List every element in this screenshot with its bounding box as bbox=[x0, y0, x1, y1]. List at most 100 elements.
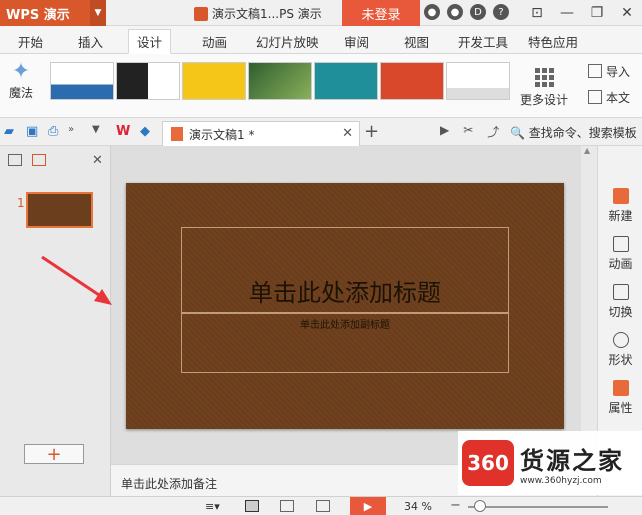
side-properties-button[interactable]: 属性 bbox=[598, 380, 642, 416]
feedback-icon[interactable]: D bbox=[470, 4, 486, 20]
close-icon[interactable]: ✕ bbox=[342, 126, 353, 141]
chevron-down-icon[interactable]: ▼ bbox=[90, 0, 106, 26]
close-icon[interactable]: ✕ bbox=[612, 0, 642, 26]
theme-thumbnail[interactable] bbox=[380, 62, 444, 100]
slides-view-icon[interactable] bbox=[32, 154, 46, 166]
theme-thumbnail[interactable] bbox=[182, 62, 246, 100]
help-icon[interactable]: ? bbox=[493, 4, 509, 20]
magic-button[interactable]: ✦ 魔法 bbox=[4, 60, 38, 101]
status-bar: ≡▾ ▶ 34 % − bbox=[0, 496, 642, 515]
side-animation-button[interactable]: 动画 bbox=[598, 236, 642, 272]
slide-thumbnail-pane: ✕ 1 + bbox=[0, 146, 111, 496]
new-icon bbox=[612, 188, 629, 204]
app-name: WPS 演示 bbox=[6, 7, 70, 23]
tab-animation[interactable]: 动画 bbox=[194, 30, 235, 53]
properties-icon bbox=[612, 380, 629, 396]
more-quick-access-icon[interactable]: » bbox=[68, 124, 74, 135]
tab-developer[interactable]: 开发工具 bbox=[450, 30, 516, 53]
red-arrow-annotation bbox=[41, 255, 112, 305]
theme-thumbnail[interactable] bbox=[314, 62, 378, 100]
outline-view-icon[interactable] bbox=[8, 154, 22, 166]
animation-icon bbox=[612, 236, 629, 252]
design-ribbon: ✦ 魔法 更多设计 导入 本文 bbox=[0, 54, 642, 118]
presentation-icon bbox=[194, 6, 208, 21]
title-bar: WPS 演示 ▼ 演示文稿1...PS 演示 未登录 ● ● D ? ⊡ — ❐… bbox=[0, 0, 642, 26]
minimize-icon[interactable]: — bbox=[552, 0, 582, 26]
new-tab-button[interactable]: + bbox=[364, 121, 379, 142]
play-slideshow-button[interactable]: ▶ bbox=[350, 497, 386, 515]
watermark-logo: 360 货源之家 www.360hyzj.com bbox=[458, 431, 642, 495]
side-transition-label: 切换 bbox=[608, 305, 633, 319]
theme-thumbnail[interactable] bbox=[50, 62, 114, 100]
close-icon[interactable]: ✕ bbox=[92, 153, 103, 168]
zoom-out-icon[interactable]: − bbox=[450, 498, 461, 513]
theme-thumbnail[interactable] bbox=[116, 62, 180, 100]
save-icon[interactable]: ▣ bbox=[26, 124, 38, 139]
theme-thumbnail[interactable] bbox=[248, 62, 312, 100]
chevron-down-icon[interactable]: ▼ bbox=[92, 124, 100, 135]
document-tab-label: 演示文稿1 * bbox=[189, 127, 255, 142]
tools-icon[interactable]: ✂ bbox=[463, 123, 473, 140]
slide-number: 1 bbox=[17, 196, 25, 210]
more-design-button[interactable]: 更多设计 bbox=[520, 68, 568, 108]
settings-icon[interactable]: ● bbox=[447, 4, 463, 20]
add-slide-button[interactable]: + bbox=[24, 444, 84, 465]
theme-thumbnail[interactable] bbox=[446, 62, 510, 100]
side-animation-label: 动画 bbox=[608, 257, 633, 271]
tab-slideshow[interactable]: 幻灯片放映 bbox=[248, 30, 327, 53]
tab-view[interactable]: 视图 bbox=[396, 30, 437, 53]
skin-icon[interactable]: ● bbox=[424, 4, 440, 20]
subtitle-placeholder[interactable]: 单击此处添加副标题 bbox=[181, 313, 509, 373]
title-placeholder[interactable]: 单击此处添加标题 bbox=[181, 227, 509, 313]
document-tab-bar: ▰ ▣ ⎙ » ▼ W ◆ 演示文稿1 * ✕ + ▶ ✂ ⤴ 🔍 查找命令、搜… bbox=[0, 118, 642, 146]
wps-app-menu-button[interactable]: WPS 演示 ▼ bbox=[0, 0, 106, 26]
tab-review[interactable]: 审阅 bbox=[336, 30, 377, 53]
tab-home[interactable]: 开始 bbox=[10, 30, 51, 53]
side-shape-label: 形状 bbox=[608, 353, 633, 367]
slide[interactable]: 单击此处添加标题 单击此处添加副标题 bbox=[126, 183, 564, 429]
tab-features[interactable]: 特色应用 bbox=[520, 30, 586, 53]
zoom-slider-track[interactable] bbox=[468, 506, 608, 508]
document-title: 演示文稿1...PS 演示 bbox=[194, 5, 322, 22]
document-tab[interactable]: 演示文稿1 * ✕ bbox=[162, 121, 360, 146]
magic-label: 魔法 bbox=[8, 86, 33, 100]
shape-icon bbox=[612, 332, 629, 348]
notes-toggle-icon[interactable]: ≡▾ bbox=[205, 500, 220, 513]
this-doc-label: 本文 bbox=[606, 90, 631, 105]
document-icon bbox=[588, 90, 602, 104]
open-folder-icon[interactable]: ▰ bbox=[4, 124, 14, 139]
side-shape-button[interactable]: 形状 bbox=[598, 332, 642, 368]
slide-thumbnail[interactable] bbox=[26, 192, 93, 228]
maximize-icon[interactable]: ❐ bbox=[582, 0, 612, 26]
notes-placeholder: 单击此处添加备注 bbox=[121, 477, 218, 491]
zoom-level[interactable]: 34 % bbox=[404, 500, 432, 513]
import-icon bbox=[588, 64, 602, 78]
menu-bar: 开始 插入 设计 动画 幻灯片放映 审阅 视图 开发工具 特色应用 bbox=[0, 26, 642, 54]
this-doc-button[interactable]: 本文 bbox=[588, 84, 630, 110]
side-transition-button[interactable]: 切换 bbox=[598, 284, 642, 320]
restore-app-icon[interactable]: ⊡ bbox=[522, 0, 552, 26]
search-command-label: 查找命令、搜索模板 bbox=[528, 126, 637, 140]
login-button[interactable]: 未登录 bbox=[342, 0, 420, 26]
scroll-up-icon[interactable]: ▲ bbox=[584, 146, 590, 155]
zoom-slider-handle[interactable] bbox=[474, 500, 486, 512]
tab-insert[interactable]: 插入 bbox=[70, 30, 111, 53]
vertical-scrollbar[interactable]: ▲ ▼ bbox=[581, 146, 597, 464]
side-new-button[interactable]: 新建 bbox=[598, 188, 642, 224]
search-command[interactable]: 🔍 查找命令、搜索模板 bbox=[510, 124, 637, 141]
reading-view-icon[interactable] bbox=[316, 500, 330, 512]
import-button[interactable]: 导入 bbox=[588, 58, 630, 84]
magic-wand-icon: ✦ bbox=[11, 59, 31, 84]
watermark-name: 货源之家 bbox=[520, 446, 624, 475]
share-icon[interactable]: ⤴ bbox=[487, 123, 499, 140]
print-preview-icon[interactable]: ⎙ bbox=[48, 124, 58, 139]
more-design-label: 更多设计 bbox=[520, 93, 569, 107]
wps-logo-icon[interactable]: W bbox=[116, 124, 130, 139]
tab-design[interactable]: 设计 bbox=[128, 29, 172, 54]
side-properties-label: 属性 bbox=[608, 401, 633, 415]
normal-view-icon[interactable] bbox=[245, 500, 259, 512]
presentation-icon bbox=[171, 127, 183, 141]
video-icon[interactable]: ▶ bbox=[440, 123, 449, 140]
cube-icon[interactable]: ◆ bbox=[140, 124, 150, 139]
slide-sorter-icon[interactable] bbox=[280, 500, 294, 512]
